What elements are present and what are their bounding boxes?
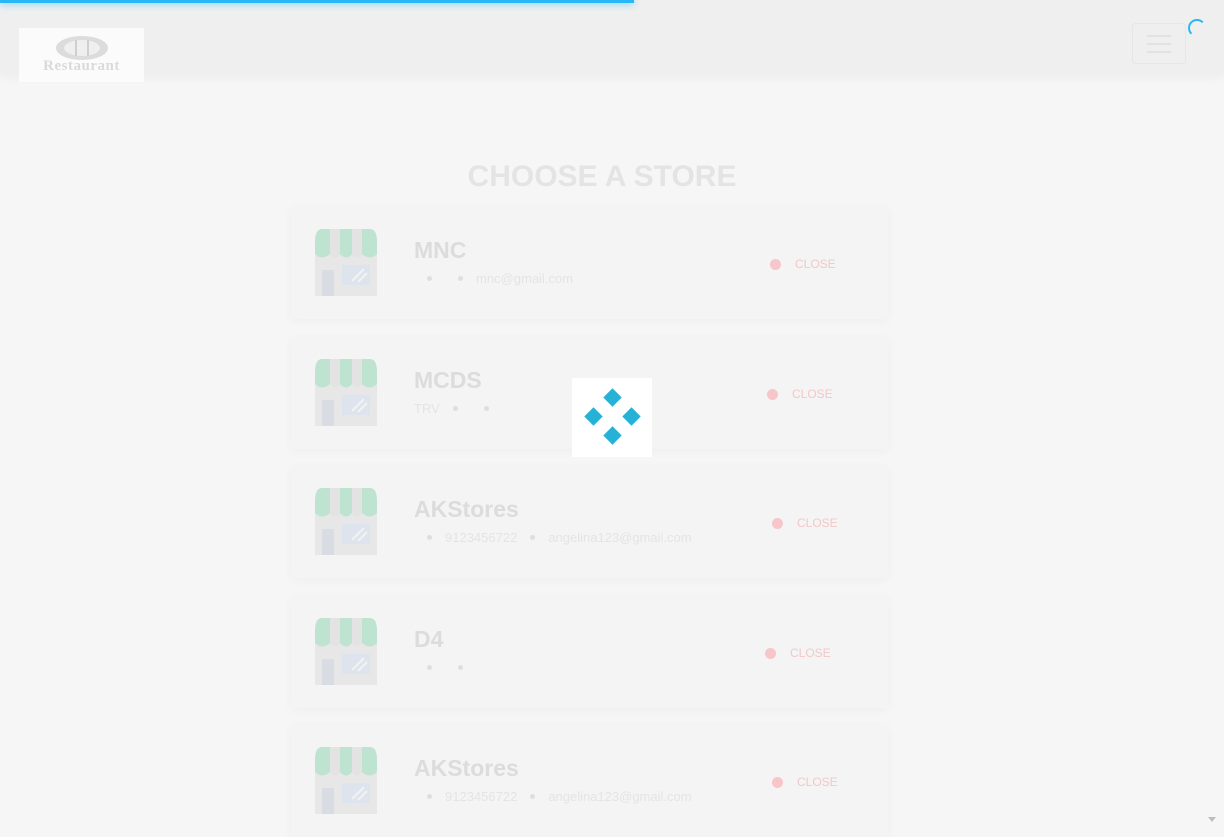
store-card[interactable]: MNC mnc@gmail.com CLOSE	[291, 207, 888, 319]
store-name: AKStores	[414, 496, 519, 522]
storefront-icon	[312, 358, 380, 428]
store-email: angelina123@gmail.com	[548, 529, 692, 545]
status-dot-icon	[772, 776, 783, 788]
scroll-down-arrow-icon[interactable]	[1208, 817, 1216, 822]
storefront-icon	[312, 487, 380, 557]
status-label: CLOSE	[797, 775, 838, 789]
diamond-loader-icon	[572, 378, 652, 457]
status-dot-icon	[772, 517, 783, 529]
store-contact-info	[414, 659, 476, 675]
menu-toggle-button[interactable]	[1132, 23, 1186, 64]
hamburger-icon	[1147, 34, 1171, 37]
store-contact-info: 9123456722 angelina123@gmail.com	[414, 529, 692, 545]
bullet-separator	[427, 275, 432, 281]
page-title: CHOOSE A STORE	[467, 160, 737, 193]
store-card[interactable]: D4 CLOSE	[291, 596, 888, 708]
store-name: D4	[414, 626, 444, 652]
store-contact-info: 9123456722 angelina123@gmail.com	[414, 788, 692, 804]
store-name: AKStores	[414, 755, 519, 781]
bullet-separator	[483, 405, 489, 411]
store-name: MNC	[414, 237, 467, 263]
store-name: MCDS	[414, 367, 482, 393]
bullet-separator	[452, 405, 458, 411]
bullet-separator	[458, 664, 463, 670]
navbar: Restaurant	[0, 0, 1224, 82]
store-status: CLOSE	[765, 646, 831, 660]
store-phone: 9123456722	[445, 529, 518, 545]
storefront-icon	[312, 228, 380, 298]
status-dot-icon	[770, 258, 781, 270]
bullet-separator	[427, 793, 432, 799]
status-dot-icon	[767, 388, 778, 400]
status-label: CLOSE	[795, 257, 836, 271]
store-status: CLOSE	[770, 257, 836, 271]
status-label: CLOSE	[792, 387, 833, 401]
logo-text: Restaurant	[43, 58, 120, 74]
bullet-separator	[530, 534, 536, 540]
store-status: CLOSE	[772, 516, 838, 530]
bullet-separator	[530, 793, 536, 799]
storefront-icon	[312, 746, 380, 816]
store-phone: 9123456722	[445, 788, 518, 804]
store-card[interactable]: AKStores 9123456722 angelina123@gmail.com C…	[291, 725, 888, 837]
storefront-icon	[312, 617, 380, 687]
store-status: CLOSE	[772, 775, 838, 789]
store-location: TRV	[414, 400, 440, 416]
store-contact-info: mnc@gmail.com	[414, 270, 573, 286]
status-label: CLOSE	[797, 516, 838, 530]
status-dot-icon	[765, 647, 776, 659]
store-email: angelina123@gmail.com	[548, 788, 692, 804]
status-label: CLOSE	[790, 646, 831, 660]
bullet-separator	[458, 275, 463, 281]
bullet-separator	[427, 534, 432, 540]
store-contact-info: TRV	[414, 400, 502, 416]
store-email: mnc@gmail.com	[476, 270, 573, 286]
bullet-separator	[427, 664, 432, 670]
store-status: CLOSE	[767, 387, 833, 401]
store-card[interactable]: AKStores 9123456722 angelina123@gmail.com C…	[291, 466, 888, 578]
restaurant-logo[interactable]: Restaurant	[19, 28, 144, 82]
spinner-icon	[1188, 19, 1206, 37]
page-progress-bar	[0, 0, 634, 3]
